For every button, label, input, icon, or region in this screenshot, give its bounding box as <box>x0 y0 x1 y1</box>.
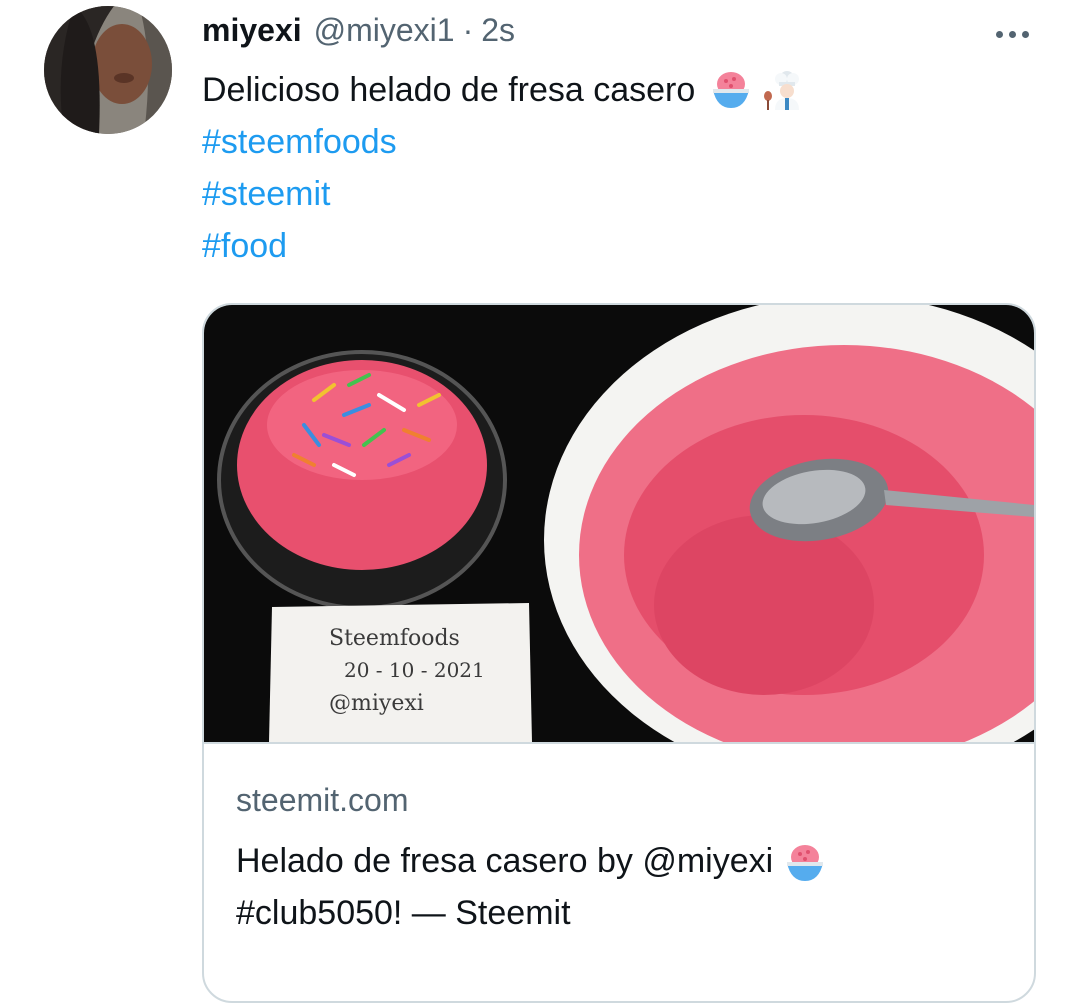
hashtag-steemit[interactable]: #steemit <box>202 172 331 216</box>
avatar-photo <box>44 6 172 134</box>
link-card[interactable]: Steemfoods 20 - 10 - 2021 @miyexi steemi… <box>202 303 1036 1003</box>
hashtag-food[interactable]: #food <box>202 224 287 268</box>
tweet-text-content: Delicioso helado de fresa casero <box>202 71 696 109</box>
tweet-header: miyexi @miyexi1 · 2s <box>202 12 515 56</box>
image-note-line-3: @miyexi <box>329 691 424 716</box>
separator-dot: · <box>462 12 474 48</box>
shaved-ice-emoji <box>787 845 824 882</box>
hashtag-steemfoods[interactable]: #steemfoods <box>202 120 397 164</box>
image-note-line-2: 20 - 10 - 2021 <box>344 658 485 682</box>
card-title-line-2: #club5050! — Steemit <box>236 894 571 932</box>
avatar[interactable] <box>44 6 172 134</box>
card-title-line-1: Helado de fresa casero by @miyexi <box>236 842 774 880</box>
user-handle[interactable]: @miyexi1 <box>314 12 455 49</box>
tweet-text: Delicioso helado de fresa casero <box>202 68 803 112</box>
card-title[interactable]: Helado de fresa casero by @miyexi #club5… <box>236 835 1016 939</box>
image-note: Steemfoods 20 - 10 - 2021 @miyexi <box>269 603 532 742</box>
image-note-line-1: Steemfoods <box>329 626 460 651</box>
more-horizontal-icon[interactable] <box>988 20 1036 48</box>
link-card-image[interactable]: Steemfoods 20 - 10 - 2021 @miyexi <box>204 305 1034 742</box>
woman-cook-emoji <box>764 71 800 110</box>
shaved-ice-emoji <box>713 72 750 108</box>
timestamp[interactable]: 2s <box>481 12 515 49</box>
display-name[interactable]: miyexi <box>202 12 302 49</box>
card-domain: steemit.com <box>236 782 409 818</box>
card-divider <box>204 742 1034 744</box>
